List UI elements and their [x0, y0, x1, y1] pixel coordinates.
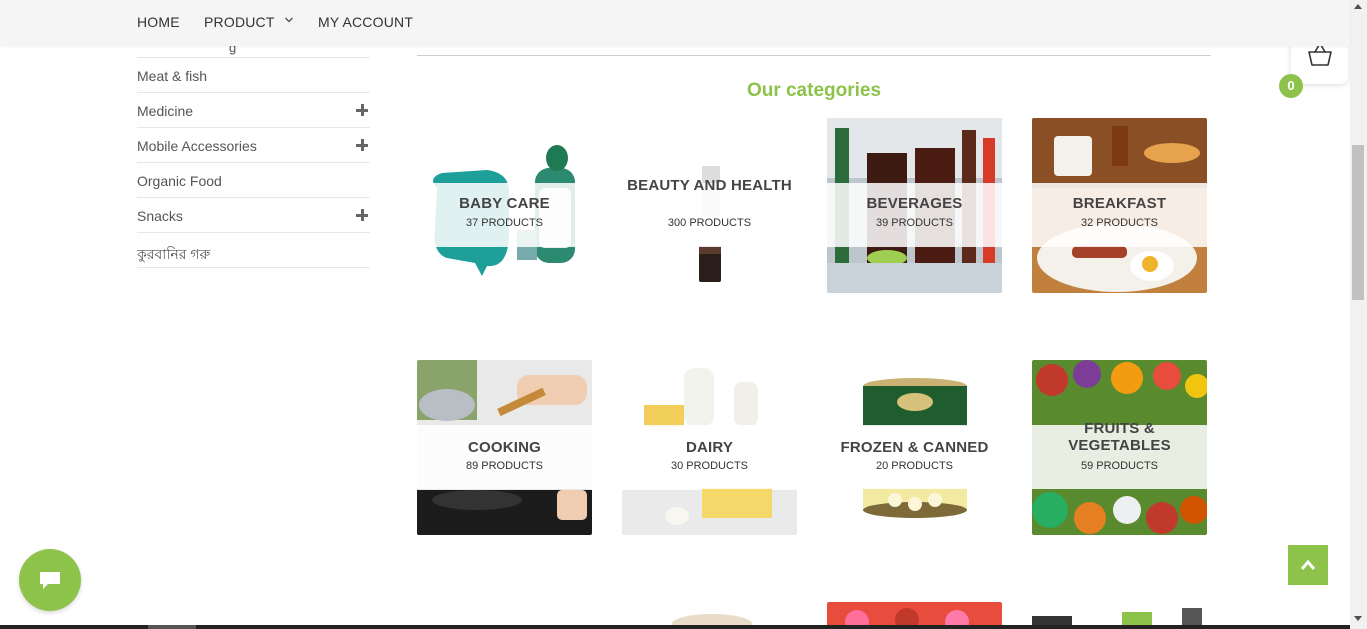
- sidebar-item-mobile-accessories[interactable]: Mobile Accessories: [137, 128, 370, 163]
- scroll-down-arrow-icon[interactable]: [1354, 616, 1362, 621]
- chat-icon: [40, 572, 60, 589]
- category-count: 89 PRODUCTS: [465, 460, 544, 472]
- category-card-breakfast[interactable]: BREAKFAST 32 PRODUCTS: [1032, 118, 1207, 293]
- category-label-band: [417, 183, 592, 247]
- nav-product[interactable]: PRODUCT: [204, 14, 275, 30]
- sidebar-item-label: Mobile Accessories: [137, 138, 257, 154]
- top-navigation: HOME PRODUCT MY ACCOUNT: [0, 0, 1350, 46]
- chat-button[interactable]: [19, 549, 81, 611]
- category-card-cooking[interactable]: COOKING 89 PRODUCTS: [417, 360, 592, 535]
- category-name: COOKING: [467, 439, 542, 456]
- category-card-baby-care[interactable]: BABY CARE 37 PRODUCTS: [417, 118, 592, 293]
- category-label-band: [622, 425, 797, 489]
- sidebar-item-label: Medicine: [137, 103, 194, 119]
- sidebar-item-label: কুরবানির গরু: [137, 246, 211, 262]
- category-name: FRUITS & VEGETABLES: [1068, 420, 1171, 454]
- sidebar-item-partial: g: [137, 46, 370, 58]
- plus-icon[interactable]: [356, 139, 368, 151]
- nav-my-account[interactable]: MY ACCOUNT: [318, 14, 413, 30]
- category-count: 32 PRODUCTS: [1080, 217, 1159, 229]
- nav-home[interactable]: HOME: [137, 14, 180, 30]
- basket-icon: [1308, 44, 1332, 66]
- arrow-up-icon: [1300, 559, 1316, 570]
- category-name: DAIRY: [685, 439, 734, 456]
- sidebar-item-meat-fish[interactable]: Meat & fish: [137, 58, 370, 93]
- category-label-band: [1032, 183, 1207, 247]
- category-count: 39 PRODUCTS: [875, 217, 954, 229]
- category-count: 300 PRODUCTS: [667, 217, 752, 229]
- bottom-edge-bar: [0, 625, 1350, 629]
- sidebar-item-label: Organic Food: [137, 173, 222, 189]
- divider: [417, 55, 1211, 56]
- category-card-frozen-canned[interactable]: FROZEN & CANNED 20 PRODUCTS: [827, 360, 1002, 535]
- category-count: 37 PRODUCTS: [465, 217, 544, 229]
- category-name: BEVERAGES: [866, 195, 963, 212]
- category-card-fruits-vegetables[interactable]: FRUITS & VEGETABLES 59 PRODUCTS: [1032, 360, 1207, 535]
- scrollbar-thumb[interactable]: [1352, 145, 1364, 300]
- sidebar-category-list: g Meat & fish Medicine Mobile Accessorie…: [137, 46, 370, 268]
- sidebar-item-snacks[interactable]: Snacks: [137, 198, 370, 233]
- plus-icon[interactable]: [356, 209, 368, 221]
- sidebar-item-label: Snacks: [137, 208, 183, 224]
- category-card-beauty-health[interactable]: BEAUTY AND HEALTH 300 PRODUCTS: [622, 118, 797, 293]
- chevron-down-icon[interactable]: [284, 14, 294, 26]
- category-label-band: [417, 425, 592, 489]
- sidebar-item-qurbani-cattle[interactable]: কুরবানির গরু: [137, 233, 370, 268]
- category-card-beverages[interactable]: BEVERAGES 39 PRODUCTS: [827, 118, 1002, 293]
- category-name: BABY CARE: [459, 195, 550, 212]
- category-count: 59 PRODUCTS: [1080, 460, 1159, 472]
- scroll-up-arrow-icon[interactable]: [1354, 4, 1362, 9]
- category-card-dairy[interactable]: DAIRY 30 PRODUCTS: [622, 360, 797, 535]
- section-title: Our categories: [746, 80, 882, 101]
- category-name: BEAUTY AND HEALTH: [627, 177, 792, 194]
- back-to-top-button[interactable]: [1288, 545, 1328, 585]
- sidebar-item-organic-food[interactable]: Organic Food: [137, 163, 370, 198]
- cart-count-badge: 0: [1279, 74, 1303, 98]
- category-name: BREAKFAST: [1072, 195, 1167, 212]
- category-name: FROZEN & CANNED: [840, 439, 989, 456]
- category-label-band: [827, 183, 1002, 247]
- sidebar-item-medicine[interactable]: Medicine: [137, 93, 370, 128]
- scrollbar-track[interactable]: [1350, 0, 1367, 629]
- plus-icon[interactable]: [356, 104, 368, 116]
- sidebar-item-label: Meat & fish: [137, 68, 208, 84]
- category-label-band: [827, 425, 1002, 489]
- category-count: 30 PRODUCTS: [670, 460, 749, 472]
- category-count: 20 PRODUCTS: [875, 460, 954, 472]
